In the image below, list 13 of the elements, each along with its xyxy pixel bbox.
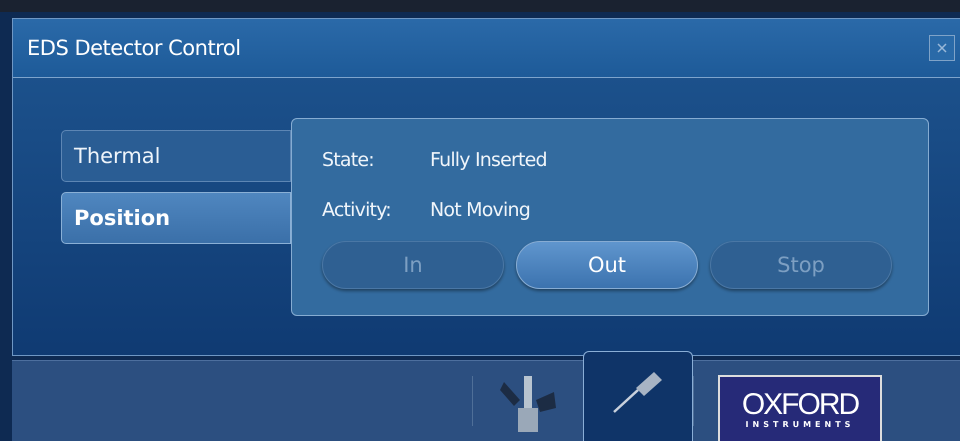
tab[interactable]: Thermal xyxy=(61,130,291,182)
status-value: Fully Inserted xyxy=(430,149,547,171)
logo-name: OXFORD xyxy=(742,390,858,420)
taskbar-button[interactable] xyxy=(583,351,693,441)
status-value: Not Moving xyxy=(430,199,530,221)
window-title: EDS Detector Control xyxy=(27,36,241,60)
tab[interactable]: Position xyxy=(61,192,291,244)
status-label: State: xyxy=(322,149,375,171)
close-icon xyxy=(935,41,949,55)
action-button[interactable]: Out xyxy=(516,241,698,289)
close-button[interactable] xyxy=(929,35,955,61)
status-label: Activity: xyxy=(322,199,392,221)
logo-subtitle: INSTRUMENTS xyxy=(746,420,854,428)
